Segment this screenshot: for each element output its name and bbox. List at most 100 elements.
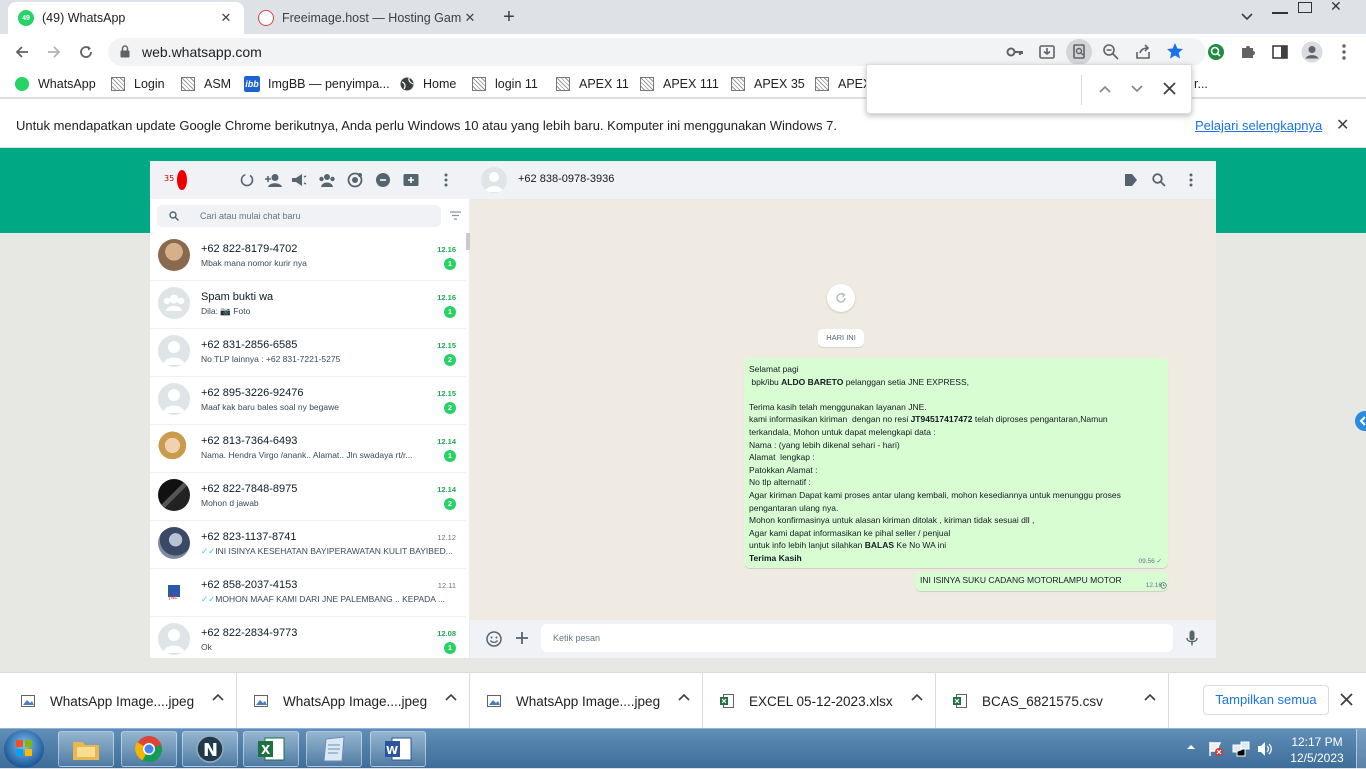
chevron-up-icon[interactable] — [911, 693, 923, 701]
conversation-header[interactable]: +62 838-0978-3936 — [470, 161, 1216, 199]
chevron-up-icon[interactable] — [1144, 693, 1156, 701]
extension-green-icon[interactable] — [1202, 38, 1230, 66]
chevron-up-icon[interactable] — [678, 693, 690, 701]
chrome-menu-icon[interactable] — [1330, 38, 1358, 66]
infobar-close-icon[interactable]: ✕ — [1336, 115, 1349, 135]
infobar-learn-more-link[interactable]: Pelajari selengkapnya — [1195, 118, 1322, 133]
tab-close-icon[interactable]: ✕ — [218, 10, 234, 26]
back-icon[interactable] — [8, 38, 36, 66]
emoji-icon[interactable] — [486, 631, 502, 647]
profile-avatar-icon[interactable] — [1298, 38, 1326, 66]
volume-icon[interactable] — [1256, 741, 1274, 757]
download-item[interactable]: BCAS_6821575.csv — [932, 673, 1169, 729]
tray-clock[interactable]: 12:17 PM 12/5/2023 — [1286, 734, 1348, 766]
bookmark-login-11[interactable]: login 11 — [471, 75, 538, 93]
microphone-icon[interactable] — [1186, 630, 1198, 646]
key-icon[interactable] — [1006, 44, 1024, 60]
sidebar-menu-icon[interactable] — [437, 171, 455, 189]
bookmark-asm[interactable]: ASM — [180, 75, 231, 93]
find-next-icon[interactable] — [1131, 85, 1143, 93]
bookmark-apex[interactable]: APEX — [814, 75, 871, 93]
message-input[interactable]: Ketik pesan — [541, 624, 1173, 652]
contact-avatar-icon[interactable] — [481, 167, 507, 193]
chevron-up-icon[interactable] — [212, 693, 224, 701]
outgoing-message-bubble[interactable]: INI ISINYA SUKU CADANG MOTORLAMPU MOTOR … — [915, 572, 1168, 591]
search-messages-icon[interactable] — [1152, 173, 1166, 187]
address-bar[interactable]: web.whatsapp.com — [108, 38, 1206, 66]
forward-icon[interactable] — [40, 38, 68, 66]
broadcast-icon[interactable] — [290, 171, 308, 189]
bookmark-star-icon[interactable] — [1166, 42, 1184, 60]
share-icon[interactable] — [1134, 43, 1152, 61]
explorer-icon[interactable] — [58, 731, 114, 767]
show-all-downloads-button[interactable]: Tampilkan semua — [1203, 685, 1329, 715]
tray-expand-icon[interactable] — [1186, 743, 1196, 750]
label-tag-icon[interactable] — [1124, 173, 1138, 187]
tab-close-icon[interactable]: ✕ — [462, 10, 478, 26]
bookmark-apex-35[interactable]: APEX 35 — [730, 75, 805, 93]
lock-icon[interactable] — [120, 45, 130, 58]
tab-freeimage[interactable]: Freeimage.host — Hosting Gamb ✕ — [248, 2, 488, 34]
chat-item[interactable]: +62 823-1137-8741 ✓✓INI ISINYA KESEHATAN… — [150, 521, 466, 569]
word-icon[interactable]: W — [370, 731, 426, 767]
action-center-flag-icon[interactable] — [1208, 741, 1224, 757]
bookmark-apex-11[interactable]: APEX 11 — [555, 75, 629, 93]
add-contact-icon[interactable] — [265, 171, 283, 189]
zoom-icon[interactable] — [1102, 43, 1120, 61]
load-older-messages-icon[interactable] — [827, 284, 855, 312]
bookmark-login[interactable]: Login — [110, 75, 165, 93]
restore-icon[interactable] — [1298, 2, 1312, 13]
excel-icon[interactable]: X — [243, 731, 299, 767]
chat-item[interactable]: +62 822-7848-8975 Mohon d jawab 12.14 2 — [150, 473, 466, 521]
chat-item[interactable]: JNE +62 858-2037-4153 ✓✓MOHON MAAF KAMI … — [150, 569, 466, 617]
show-desktop-button[interactable] — [1356, 729, 1366, 769]
chat-item[interactable]: +62 813-7364-6493 Nama. Hendra Virgo /an… — [150, 425, 466, 473]
download-item[interactable]: EXCEL 05-12-2023.xlsx — [699, 673, 936, 729]
find-in-page-icon[interactable] — [1066, 39, 1092, 65]
start-button-icon[interactable] — [4, 730, 44, 768]
chevron-up-icon[interactable] — [445, 693, 457, 701]
find-close-icon[interactable] — [1163, 82, 1176, 95]
tab-whatsapp[interactable]: 49 (49) WhatsApp ✕ — [8, 2, 244, 34]
chrome-icon[interactable] — [121, 731, 177, 767]
channels-icon[interactable] — [346, 171, 364, 189]
bookmark-imgbb[interactable]: ibb ImgBB — penyimpa... — [244, 75, 390, 93]
my-avatar[interactable]: 35 — [162, 169, 188, 191]
attach-plus-icon[interactable] — [515, 631, 529, 645]
n-app-icon[interactable]: N — [182, 731, 238, 767]
download-item[interactable]: WhatsApp Image....jpeg — [466, 673, 703, 729]
status-icon[interactable] — [238, 171, 256, 189]
chat-search-input[interactable]: Cari atau mulai chat baru — [157, 205, 441, 227]
bookmark-home[interactable]: Home — [399, 75, 456, 93]
communities-icon[interactable] — [318, 171, 336, 189]
new-chat-icon[interactable] — [402, 171, 420, 189]
chat-item[interactable]: +62 822-2834-9773 Ok 12.08 1 — [150, 617, 466, 658]
chat-item[interactable]: +62 895-3226-92476 Maaf kak baru bales s… — [150, 377, 466, 425]
chat-item[interactable]: Spam bukti wa Dila: 📷 Foto 12.16 1 — [150, 281, 466, 329]
tab-search-chevron-icon[interactable] — [1233, 3, 1261, 31]
outgoing-message-bubble[interactable]: Selamat pagi bpk/ibu ALDO BARETO pelangg… — [744, 358, 1168, 568]
bookmark-apex-111[interactable]: APEX 111 — [639, 75, 719, 93]
network-icon[interactable] — [1232, 741, 1250, 757]
side-panel-icon[interactable] — [1266, 38, 1294, 66]
bookmark-whatsapp[interactable]: WhatsApp — [14, 75, 96, 93]
download-item[interactable]: WhatsApp Image....jpeg — [233, 673, 470, 729]
reload-icon[interactable] — [72, 38, 100, 66]
notepad-icon[interactable] — [306, 731, 362, 767]
conversation-menu-icon[interactable] — [1189, 173, 1193, 187]
filter-icon[interactable] — [450, 211, 461, 220]
window-close-icon[interactable]: ✕ — [1330, 0, 1342, 15]
download-item[interactable]: WhatsApp Image....jpeg — [0, 673, 237, 729]
new-tab-icon[interactable]: + — [495, 3, 523, 31]
chat-item[interactable]: +62 831-2856-6585 No TLP lainnya : +62 8… — [150, 329, 466, 377]
chat-item[interactable]: +62 822-8179-4702 Mbak mana nomor kurir … — [150, 233, 466, 281]
find-input[interactable] — [877, 75, 1077, 103]
bookmark-overflow[interactable]: r... — [1194, 75, 1208, 93]
install-app-icon[interactable] — [1038, 43, 1056, 61]
find-previous-icon[interactable] — [1099, 85, 1111, 93]
minimize-icon[interactable] — [1272, 2, 1288, 14]
downloads-close-icon[interactable] — [1340, 693, 1353, 706]
community-chat-icon[interactable] — [374, 171, 392, 189]
side-floating-arrow-icon[interactable] — [1355, 411, 1366, 431]
extensions-puzzle-icon[interactable] — [1234, 38, 1262, 66]
